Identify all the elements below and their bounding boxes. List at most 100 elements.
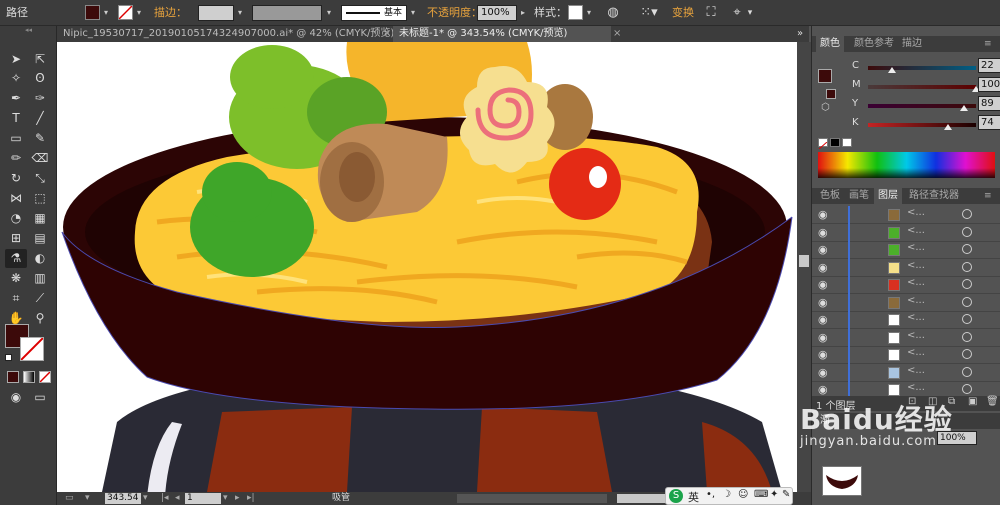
layer-name[interactable]: <... (907, 330, 925, 341)
layer-row[interactable]: ◉ <... (812, 206, 1000, 224)
tab-color-guide[interactable]: 颜色参考 (850, 36, 898, 52)
graphic-style-swatch[interactable] (568, 5, 583, 20)
layer-row[interactable]: ◉ <... (812, 346, 1000, 364)
first-artboard-icon[interactable]: |◂ (161, 492, 169, 505)
target-circle-icon[interactable] (962, 349, 972, 359)
slider-handle[interactable] (943, 124, 952, 130)
tab-swatches[interactable]: 色板 (816, 188, 844, 204)
menu-chevron-icon[interactable]: ▾ (745, 0, 755, 26)
last-artboard-icon[interactable]: ▸| (247, 492, 255, 505)
layer-name[interactable]: <... (907, 382, 925, 393)
slider-handle[interactable] (887, 67, 896, 73)
brush-style-dropdown[interactable]: ▾ (408, 5, 418, 21)
layer-row[interactable]: ◉ <... (812, 241, 1000, 259)
next-artboard-icon[interactable]: ▸ (235, 492, 240, 505)
layer-row[interactable]: ◉ <... (812, 276, 1000, 294)
tab-overflow-icon[interactable]: » (797, 26, 803, 42)
layer-row[interactable]: ◉ <... (812, 258, 1000, 277)
layer-name[interactable]: <... (907, 277, 925, 288)
eraser-tool-icon[interactable]: ⌫ (29, 149, 51, 168)
symbol-sprayer-tool-icon[interactable]: ❋ (5, 269, 27, 288)
visibility-eye-icon[interactable]: ◉ (818, 296, 828, 309)
fill-swatch[interactable] (85, 5, 100, 20)
type-tool-icon[interactable]: T (5, 109, 27, 128)
trash-icon[interactable]: 🗑 (986, 396, 999, 407)
ime-settings-icon[interactable]: ✎ (782, 489, 790, 500)
default-colors-icon[interactable] (5, 354, 12, 361)
recolor-icon[interactable]: ◍ (604, 0, 622, 26)
layer-name[interactable]: <... (907, 365, 925, 376)
stroke-color-box[interactable] (20, 337, 44, 361)
visibility-eye-icon[interactable]: ◉ (818, 243, 828, 256)
curvature-tool-icon[interactable]: ✑ (29, 89, 51, 108)
channel-value-field[interactable]: 22 (978, 58, 1000, 73)
layer-name[interactable]: <... (907, 347, 925, 358)
none-swatch[interactable] (818, 138, 828, 150)
gradient-tool-icon[interactable]: ▤ (29, 229, 51, 248)
horizontal-scrollbar-thumb[interactable] (617, 494, 671, 503)
isolate-icon[interactable]: ⛶ (702, 0, 720, 26)
slider-track[interactable] (868, 123, 976, 127)
channel-value-field[interactable]: 100 (978, 77, 1000, 92)
panel-stroke-swatch[interactable] (826, 89, 836, 99)
select-similar-icon[interactable]: ⌖ (728, 0, 746, 26)
screen-mode-icon[interactable]: ▭ (29, 388, 51, 407)
target-circle-icon[interactable] (962, 261, 972, 272)
close-tab-icon[interactable]: × (383, 26, 391, 42)
visibility-eye-icon[interactable]: ◉ (818, 261, 828, 274)
panel-menu-icon[interactable]: ≡ (984, 36, 992, 52)
target-circle-icon[interactable] (962, 244, 972, 254)
stroke-weight-dropdown[interactable]: ▾ (235, 5, 245, 21)
layer-name[interactable]: <... (907, 225, 925, 236)
blend-tool-icon[interactable]: ◐ (29, 249, 51, 268)
layer-row[interactable]: ◉ <... (812, 381, 1000, 396)
layer-name[interactable]: <... (907, 260, 925, 271)
layer-row[interactable]: ◉ <... (812, 293, 1000, 312)
graphic-style-dropdown[interactable]: ▾ (584, 5, 594, 21)
channel-value-field[interactable]: 89 (978, 96, 1000, 111)
none-mode-icon[interactable] (39, 371, 51, 383)
align-icon[interactable]: ⁙▾ (638, 0, 660, 26)
zoom-dropdown-icon[interactable]: ▾ (143, 492, 148, 505)
magic-wand-tool-icon[interactable]: ✧ (5, 69, 27, 88)
artboard-number-field[interactable]: 1 (185, 493, 221, 504)
slider-track[interactable] (868, 66, 976, 70)
layer-name[interactable]: <... (907, 242, 925, 253)
toolbar-collapse-icon[interactable]: ◂◂ (0, 26, 57, 34)
close-tab-icon[interactable]: × (613, 26, 621, 42)
rotate-tool-icon[interactable]: ↻ (5, 169, 27, 188)
out-of-gamut-icon[interactable]: ⬡ (821, 102, 830, 113)
tab-stroke[interactable]: 描边 (898, 36, 926, 52)
variable-width-field[interactable] (252, 5, 322, 21)
layer-row[interactable]: ◉ <... (812, 328, 1000, 347)
target-circle-icon[interactable] (962, 366, 972, 377)
pen-tool-icon[interactable]: ✒ (5, 89, 27, 108)
opacity-field[interactable]: 100% (477, 5, 517, 21)
visibility-eye-icon[interactable]: ◉ (818, 383, 828, 396)
artboard-tool-icon[interactable]: ⌗ (5, 289, 27, 308)
horizontal-scrollbar[interactable] (457, 494, 607, 503)
tab-color[interactable]: 颜色 (816, 36, 844, 52)
lasso-tool-icon[interactable]: ʘ (29, 69, 51, 88)
ime-moon-icon[interactable]: ☽ (722, 489, 731, 500)
visibility-eye-icon[interactable]: ◉ (818, 226, 828, 239)
tab-layers[interactable]: 图层 (874, 188, 902, 204)
layer-row[interactable]: ◉ <... (812, 311, 1000, 329)
visibility-eye-icon[interactable]: ◉ (818, 348, 828, 361)
layer-name[interactable]: <... (907, 207, 925, 218)
black-swatch[interactable] (830, 138, 840, 147)
target-circle-icon[interactable] (962, 279, 972, 289)
layer-name[interactable]: <... (907, 295, 925, 306)
visibility-eye-icon[interactable]: ◉ (818, 208, 828, 221)
transparency-thumbnail[interactable] (822, 466, 862, 496)
selection-tool-icon[interactable]: ➤ (5, 50, 27, 69)
free-transform-tool-icon[interactable]: ⬚ (29, 189, 51, 208)
zoom-tool-icon[interactable]: ⚲ (29, 309, 51, 328)
width-tool-icon[interactable]: ⋈ (5, 189, 27, 208)
paintbrush-tool-icon[interactable]: ✎ (29, 129, 51, 148)
slider-track[interactable] (868, 85, 976, 89)
visibility-eye-icon[interactable]: ◉ (818, 331, 828, 344)
ime-punctuation-icon[interactable]: •, (706, 489, 715, 500)
target-circle-icon[interactable] (962, 296, 972, 307)
transform-link[interactable]: 变换 (672, 0, 694, 26)
